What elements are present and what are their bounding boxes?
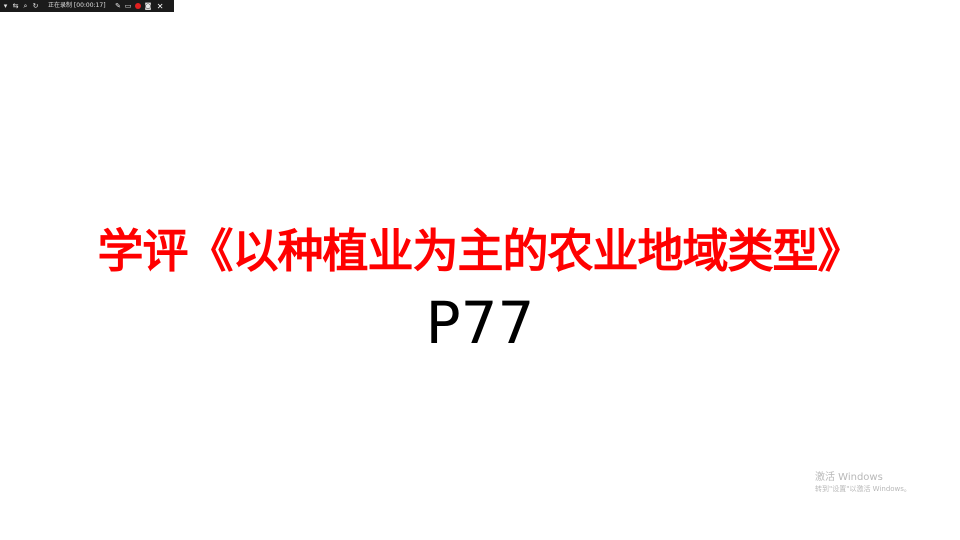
watermark-subtitle: 转到"设置"以激活 Windows。: [815, 485, 911, 493]
activation-watermark: 激活 Windows 转到"设置"以激活 Windows。: [815, 471, 911, 494]
recording-status: 正在录制 [00:00:17]: [48, 2, 106, 9]
refresh-icon[interactable]: ↻: [32, 2, 39, 10]
screen-icon[interactable]: ▭: [125, 2, 132, 10]
slide-title: 学评《以种植业为主的农业地域类型》: [97, 224, 864, 278]
camera-switch-icon[interactable]: ⇆: [12, 2, 19, 10]
slide-subtitle: P77: [425, 289, 535, 357]
zoom-icon[interactable]: ⌕: [22, 2, 29, 10]
recording-toolbar: ▾ ⇆ ⌕ ↻ 正在录制 [00:00:17] ✎ ▭ ◙ ✕: [0, 0, 174, 12]
screen: ▾ ⇆ ⌕ ↻ 正在录制 [00:00:17] ✎ ▭ ◙ ✕ 学评《以种植业为…: [0, 0, 960, 540]
pen-icon[interactable]: ✎: [115, 2, 122, 10]
record-icon[interactable]: [135, 3, 142, 10]
snapshot-icon[interactable]: ◙: [145, 2, 152, 10]
watermark-title: 激活 Windows: [815, 472, 883, 483]
close-icon[interactable]: ✕: [157, 2, 164, 10]
dropdown-icon[interactable]: ▾: [2, 2, 9, 10]
